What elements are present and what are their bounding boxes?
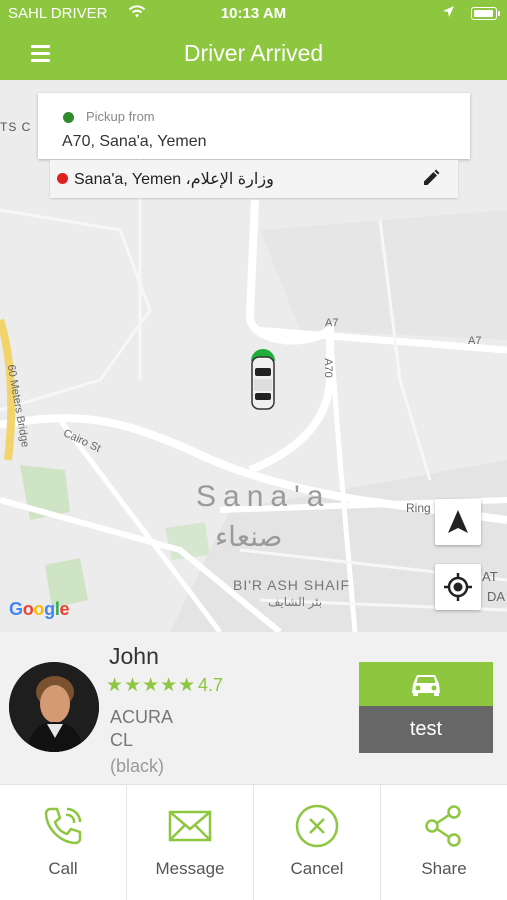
car-type-badge[interactable] bbox=[359, 662, 493, 706]
car-color: (black) bbox=[110, 756, 165, 776]
cancel-icon bbox=[295, 804, 339, 848]
cancel-button[interactable]: Cancel bbox=[253, 785, 380, 900]
dropoff-card[interactable]: Sana'a, Yemen ،وزارة الإعلام bbox=[50, 160, 458, 198]
driver-rating: ★★★★★ 4.7 bbox=[106, 674, 223, 696]
star-rating-icon: ★★★★★ bbox=[106, 675, 197, 696]
google-logo: Google bbox=[9, 599, 70, 619]
map-label-district: BI'R ASH SHAIF bbox=[233, 577, 351, 593]
pickup-card[interactable]: Pickup from A70, Sana'a, Yemen bbox=[38, 93, 470, 159]
map-label-edge: DA bbox=[487, 589, 506, 604]
map-label-ring: Ring bbox=[406, 501, 431, 515]
navigation-arrow-icon bbox=[448, 510, 468, 533]
message-label: Message bbox=[155, 859, 225, 878]
share-label: Share bbox=[421, 859, 467, 878]
dropoff-address: Sana'a, Yemen ،وزارة الإعلام bbox=[74, 171, 274, 188]
pickup-address: A70, Sana'a, Yemen bbox=[62, 133, 207, 150]
nav-bar: Driver Arrived bbox=[0, 28, 507, 80]
battery-icon bbox=[471, 7, 500, 20]
map-label-district-ar: بئر الشايف bbox=[268, 595, 323, 609]
status-bar: SAHL DRIVER 10:13 AM bbox=[0, 0, 507, 28]
rating-value: 4.7 bbox=[198, 675, 224, 695]
navigate-button[interactable] bbox=[435, 499, 481, 545]
pickup-dot bbox=[63, 112, 74, 123]
call-button[interactable]: Call bbox=[0, 785, 126, 900]
map-label-city: Sana'a bbox=[196, 480, 331, 513]
call-label: Call bbox=[48, 859, 78, 878]
action-bar: Call Message Cancel Share bbox=[0, 784, 507, 900]
cancel-label: Cancel bbox=[290, 859, 344, 878]
location-arrow-icon bbox=[443, 6, 454, 17]
phone-icon bbox=[44, 807, 82, 845]
car-model: CL bbox=[110, 730, 134, 750]
envelope-icon bbox=[168, 810, 212, 842]
edit-pencil-icon[interactable] bbox=[422, 169, 440, 187]
message-button[interactable]: Message bbox=[126, 785, 253, 900]
driver-panel: John ★★★★★ 4.7 ACURA CL (black) test bbox=[0, 632, 507, 784]
map-label-edge: AT bbox=[482, 569, 498, 584]
pickup-hint: Pickup from bbox=[86, 109, 155, 124]
driver-car-marker bbox=[251, 349, 275, 410]
map-label-a7: A7 bbox=[325, 317, 339, 329]
page-title: Driver Arrived bbox=[183, 40, 324, 66]
share-icon bbox=[425, 805, 461, 847]
map-label-a7: A7 bbox=[468, 335, 482, 347]
driver-avatar bbox=[9, 662, 99, 752]
car-make: ACURA bbox=[110, 707, 174, 727]
car-type-label[interactable]: test bbox=[359, 706, 493, 753]
share-button[interactable]: Share bbox=[380, 785, 507, 900]
dropoff-dot bbox=[57, 173, 68, 184]
map-label-edge: TS C bbox=[0, 120, 32, 134]
crosshair-icon bbox=[444, 573, 472, 601]
driver-name: John bbox=[109, 643, 159, 669]
map-label-city-ar: صنعاء bbox=[215, 521, 283, 552]
car-icon bbox=[412, 675, 440, 696]
my-location-button[interactable] bbox=[435, 564, 481, 610]
map-label-a70: A70 bbox=[321, 358, 334, 378]
clock: 10:13 AM bbox=[220, 5, 287, 22]
